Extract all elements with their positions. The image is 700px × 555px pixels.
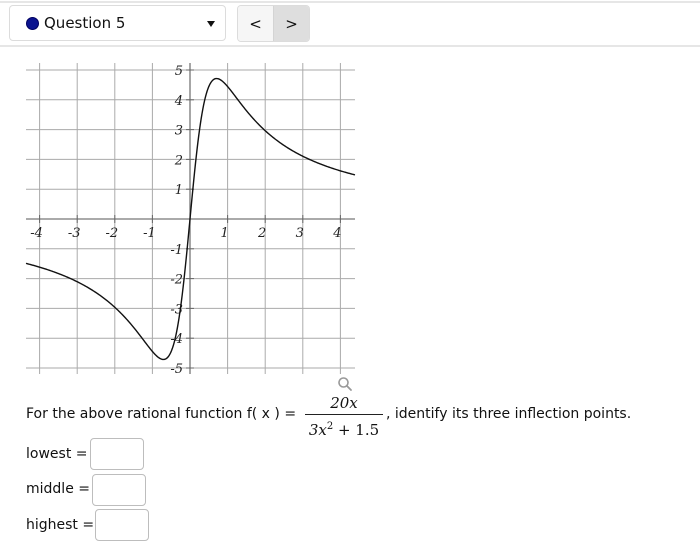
fraction-numerator: 20x xyxy=(330,394,358,412)
chevron-right-icon: > xyxy=(285,14,298,33)
caret-down-icon xyxy=(207,21,215,27)
fraction-denominator: 3x2 + 1.5 xyxy=(305,417,383,439)
y-tick-label: 1 xyxy=(175,183,183,198)
y-tick-label: 5 xyxy=(175,64,183,79)
fraction-bar xyxy=(305,414,383,415)
next-question-button[interactable]: > xyxy=(274,6,309,41)
y-tick-label: 3 xyxy=(175,124,183,139)
question-prompt: For the above rational function f( x ) = xyxy=(26,406,297,422)
y-tick-label: -1 xyxy=(170,243,183,258)
question-selector[interactable]: Question 5 xyxy=(9,5,226,41)
lowest-input[interactable] xyxy=(90,438,144,470)
x-tick-label: 4 xyxy=(332,226,341,241)
header-bottom-border xyxy=(0,45,700,47)
question-selector-label: Question 5 xyxy=(44,14,126,32)
chevron-left-icon: < xyxy=(249,14,262,33)
header-top-border xyxy=(0,1,700,3)
x-tick-label: -3 xyxy=(68,226,81,241)
magnifier-icon[interactable] xyxy=(337,376,353,392)
highest-input[interactable] xyxy=(95,509,149,541)
x-tick-label: 1 xyxy=(220,226,228,241)
question-status-dot xyxy=(26,17,39,30)
function-fraction: 20x 3x2 + 1.5 xyxy=(305,393,383,439)
x-tick-label: 2 xyxy=(257,226,266,241)
x-tick-label: -4 xyxy=(30,226,43,241)
middle-label: middle = xyxy=(26,481,90,497)
previous-question-button[interactable]: < xyxy=(238,6,274,41)
question-nav: < > xyxy=(237,5,310,42)
x-tick-label: 3 xyxy=(296,226,304,241)
x-tick-label: -2 xyxy=(105,226,118,241)
y-tick-label: 4 xyxy=(174,94,183,109)
function-graph: -4 -3 -2 -1 1 2 3 4-5-4-3-2-112345 xyxy=(25,63,356,377)
question-prompt-suffix: , identify its three inflection points. xyxy=(386,406,632,422)
middle-input[interactable] xyxy=(92,474,146,506)
denominator-base: 3x xyxy=(308,421,327,439)
y-tick-label: 2 xyxy=(174,153,183,168)
lowest-label: lowest = xyxy=(26,446,88,462)
y-tick-label: -5 xyxy=(170,362,183,377)
denominator-rest: + 1.5 xyxy=(333,421,380,439)
y-tick-label: -2 xyxy=(170,273,183,288)
highest-label: highest = xyxy=(26,517,95,533)
x-tick-label: -1 xyxy=(143,226,156,241)
